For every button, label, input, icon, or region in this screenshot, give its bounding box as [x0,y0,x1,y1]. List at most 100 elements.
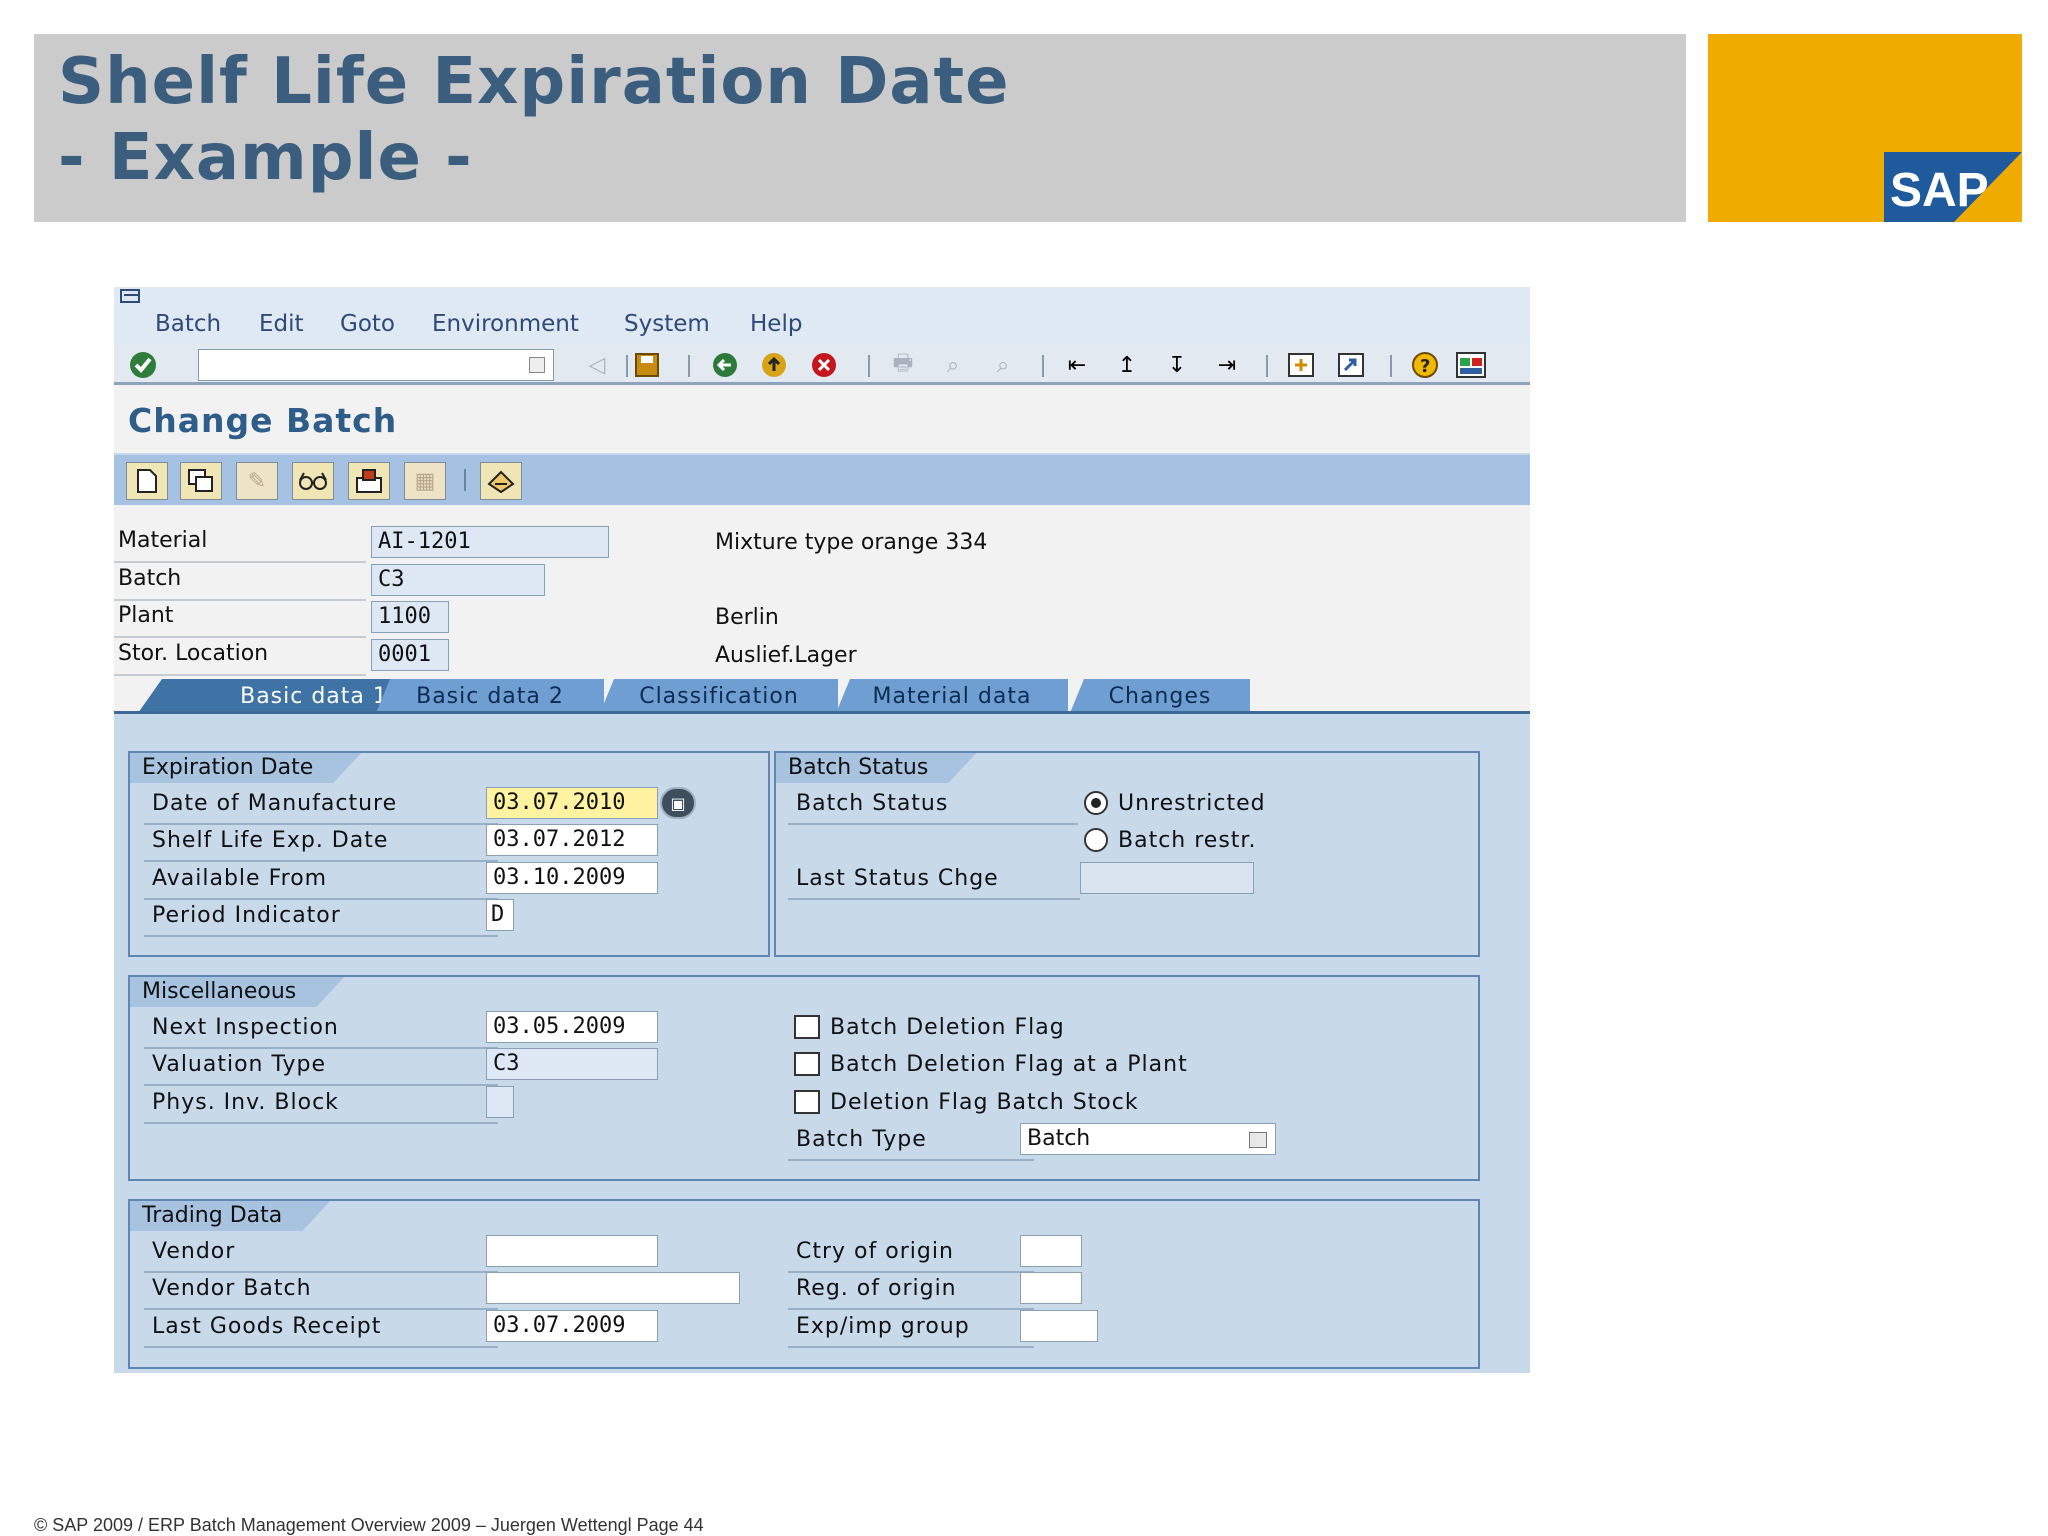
field-underline [144,1122,498,1124]
menu-help[interactable]: Help [750,311,802,337]
tab-content: Expiration Date Date of Manufacture 03.0… [114,714,1530,1373]
shortcut-icon[interactable] [1334,349,1368,381]
shelf-life-exp-date-label: Shelf Life Exp. Date [152,828,389,853]
period-indicator-field[interactable]: D [486,899,514,931]
date-of-manufacture-label: Date of Manufacture [152,791,398,816]
shelf-life-exp-date-field[interactable]: 03.07.2012 [486,824,658,856]
vendor-batch-field[interactable] [486,1272,740,1304]
plant-label: Plant [118,603,174,628]
toolbar-separator [868,355,870,377]
last-page-icon[interactable]: ⇥ [1210,349,1244,381]
dropdown-icon[interactable] [1249,1132,1267,1148]
slide-header: Shelf Life Expiration Date - Example - [34,34,1686,222]
tab-changes[interactable]: Changes [1070,679,1250,713]
next-page-icon[interactable]: ↧ [1160,349,1194,381]
exp-imp-group-field[interactable] [1020,1310,1098,1342]
trading-data-group: Trading Data Vendor Vendor Batch Last Go… [128,1199,1480,1369]
material-description: Mixture type orange 334 [715,530,988,555]
tab-material-data[interactable]: Material data [836,679,1068,713]
where-used-icon[interactable]: ▦ [404,462,446,500]
menu-batch[interactable]: Batch [155,311,221,337]
toolbar-separator [1390,355,1392,377]
menu-corner-icon[interactable] [120,289,144,307]
field-underline [114,674,366,676]
create-icon[interactable] [126,462,168,500]
batch-deletion-flag-plant-checkbox[interactable] [794,1052,820,1076]
find-next-icon[interactable]: ⌕ [986,349,1020,381]
batch-status-group: Batch Status Batch Status Unrestricted B… [774,751,1480,957]
tab-basic-data-2[interactable]: Basic data 2 [376,679,604,713]
slide-footer: © SAP 2009 / ERP Batch Management Overvi… [34,1515,704,1535]
group-title: Miscellaneous [130,977,344,1007]
display-icon[interactable] [292,462,334,500]
vendor-label: Vendor [152,1239,236,1264]
print-batch-icon[interactable] [480,462,522,500]
print-icon[interactable]: 🖶 [886,349,920,381]
layout-icon[interactable] [1454,349,1488,381]
create-session-icon[interactable] [1284,349,1318,381]
menu-goto[interactable]: Goto [340,311,395,337]
next-inspection-field[interactable]: 03.05.2009 [486,1011,658,1043]
date-of-manufacture-field[interactable]: 03.07.2010 [486,787,658,819]
plant-description: Berlin [715,605,779,630]
group-title: Batch Status [776,753,976,783]
field-underline [144,1308,498,1310]
menu-edit[interactable]: Edit [259,311,304,337]
menu-environment[interactable]: Environment [432,311,579,337]
find-icon[interactable]: ⌕ [936,349,970,381]
phys-inv-block-label: Phys. Inv. Block [152,1090,339,1115]
stor-location-field[interactable]: 0001 [371,639,449,671]
cancel-icon[interactable] [807,349,841,381]
back-icon[interactable] [708,349,742,381]
classification-icon[interactable] [348,462,390,500]
change-icon[interactable]: ✎ [236,462,278,500]
next-inspection-label: Next Inspection [152,1015,339,1040]
slide-title: Shelf Life Expiration Date - Example - [58,44,1010,196]
menu-system[interactable]: System [624,311,710,337]
toolbar-separator [464,469,466,491]
toolbar-separator [688,355,690,377]
command-dropdown-icon[interactable] [529,357,545,373]
batch-type-dropdown[interactable]: Batch [1020,1123,1276,1155]
unrestricted-radio[interactable] [1084,791,1108,815]
ctry-of-origin-label: Ctry of origin [796,1239,954,1264]
material-field[interactable]: AI-1201 [371,526,609,558]
ctry-of-origin-field[interactable] [1020,1235,1082,1267]
field-underline [144,898,498,900]
unrestricted-label: Unrestricted [1118,791,1266,816]
reg-of-origin-label: Reg. of origin [796,1276,957,1301]
batch-deletion-flag-checkbox[interactable] [794,1015,820,1039]
group-title: Trading Data [130,1201,330,1231]
first-page-icon[interactable]: ⇤ [1060,349,1094,381]
plant-field[interactable]: 1100 [371,601,449,633]
batch-deletion-flag-label: Batch Deletion Flag [830,1015,1065,1040]
previous-page-icon[interactable]: ↥ [1110,349,1144,381]
back-arrow-icon[interactable]: ◁ [580,349,614,381]
command-field[interactable] [198,349,554,381]
brand-box: SAP [1708,34,2022,222]
field-underline [788,1308,1034,1310]
batch-field[interactable]: C3 [371,564,545,596]
last-goods-receipt-field[interactable]: 03.07.2009 [486,1310,658,1342]
toolbar-separator [1266,355,1268,377]
field-underline [144,1084,498,1086]
period-indicator-label: Period Indicator [152,903,341,928]
last-goods-receipt-label: Last Goods Receipt [152,1314,382,1339]
field-underline [144,823,498,825]
screen-title: Change Batch [128,401,398,440]
save-icon[interactable] [630,349,664,381]
vendor-field[interactable] [486,1235,658,1267]
available-from-field[interactable]: 03.10.2009 [486,862,658,894]
help-icon[interactable]: ? [1408,349,1442,381]
tab-classification[interactable]: Classification [600,679,838,713]
exit-icon[interactable] [757,349,791,381]
deletion-flag-batch-stock-checkbox[interactable] [794,1090,820,1114]
available-from-label: Available From [152,866,328,891]
reg-of-origin-field[interactable] [1020,1272,1082,1304]
enter-icon[interactable] [126,349,160,381]
calendar-icon[interactable]: ▣ [660,787,696,819]
valuation-type-field[interactable]: C3 [486,1048,658,1080]
batch-restricted-radio[interactable] [1084,828,1108,852]
stor-location-label: Stor. Location [118,641,269,666]
copy-icon[interactable] [180,462,222,500]
